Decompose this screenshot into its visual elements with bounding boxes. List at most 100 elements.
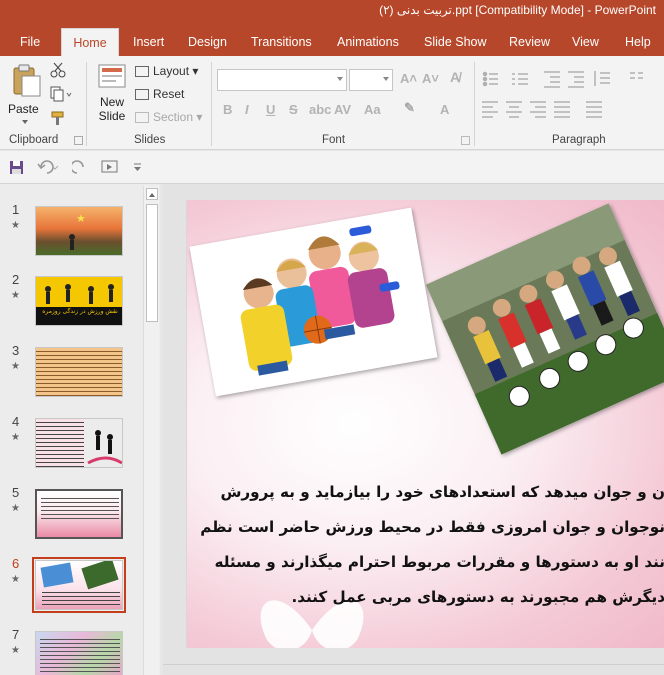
thumb-1-graphic: ★ [69, 212, 86, 250]
slides-group-label: Slides [134, 134, 166, 146]
ribbon-home: Paste Clipboard New Slide Layout ▾ Reset… [0, 56, 664, 150]
paragraph-tools[interactable] [480, 68, 664, 128]
animation-star-icon: ★ [11, 432, 20, 443]
slide-body-text[interactable]: ن و جوان میدهد که استعدادهای خود را بیاز… [187, 475, 664, 615]
thumb-6-graphic [40, 561, 120, 607]
strikethrough-button[interactable]: S [289, 102, 298, 117]
font-color-icon[interactable]: A [440, 102, 449, 117]
tab-review[interactable]: Review [501, 28, 558, 56]
new-slide-label-1: New [99, 95, 124, 109]
tab-slide-show[interactable]: Slide Show [416, 28, 495, 56]
shadow-text-icon[interactable]: abc [309, 102, 331, 117]
animation-star-icon: ★ [11, 645, 20, 656]
copy-button[interactable] [50, 86, 72, 102]
align-left-icon [482, 101, 498, 118]
thumb-5-graphic [41, 495, 119, 519]
animation-star-icon: ★ [11, 220, 20, 231]
animation-star-icon: ★ [11, 290, 20, 301]
reset-button[interactable]: Reset [135, 87, 184, 101]
thumb-7-graphic [40, 638, 120, 675]
slide-number-active: 6 [12, 556, 20, 571]
ribbon-separator [474, 62, 475, 146]
save-icon[interactable] [9, 160, 24, 175]
paste-button[interactable]: Paste [8, 62, 44, 128]
reset-icon [135, 89, 149, 101]
section-button[interactable]: Section ▾ [135, 110, 202, 124]
slide-thumbnail-4[interactable] [35, 418, 123, 468]
font-dialog-launcher-icon[interactable] [461, 136, 470, 145]
reset-label: Reset [153, 87, 185, 101]
tab-home[interactable]: Home [61, 28, 119, 56]
slide-number: 7 [12, 627, 20, 642]
slide-number: 2 [12, 272, 20, 287]
underline-button[interactable]: U [266, 102, 275, 117]
character-spacing-icon[interactable]: AV [334, 102, 351, 117]
slide-thumbnail-7[interactable] [35, 631, 123, 675]
section-icon [135, 112, 149, 124]
clear-formatting-icon[interactable]: A̸ [450, 69, 460, 85]
ribbon-tabs: File Home Insert Design Transitions Anim… [0, 24, 664, 56]
bold-button[interactable]: B [223, 102, 232, 117]
new-slide-icon [98, 64, 126, 88]
animation-star-icon: ★ [11, 574, 20, 585]
format-painter-button[interactable] [50, 110, 66, 126]
animation-star-icon: ★ [11, 503, 20, 514]
scroll-thumb[interactable] [146, 204, 158, 322]
chevron-down-icon [22, 120, 28, 124]
slide-thumbnail-2[interactable]: نقش ورزش در زندگی روزمره [35, 276, 123, 326]
columns-icon [630, 72, 643, 79]
undo-icon[interactable] [37, 160, 59, 175]
notes-divider[interactable] [163, 664, 664, 675]
paste-label: Paste [8, 102, 39, 116]
slide-text-line: ٍنند او به دستورها و مقررات مربوط احترام… [214, 553, 664, 571]
kids-photo-graphic [189, 207, 438, 397]
slide-thumbnail-1[interactable]: ★ [35, 206, 123, 256]
start-from-beginning-icon[interactable] [101, 159, 123, 176]
scissors-icon [50, 62, 66, 78]
layout-button[interactable]: Layout ▾ [135, 64, 198, 78]
align-center-icon [506, 101, 522, 118]
slide-thumbnail-3[interactable] [35, 347, 123, 397]
football-team-photo[interactable] [425, 203, 664, 455]
tab-animations[interactable]: Animations [329, 28, 407, 56]
scroll-up-button[interactable] [146, 188, 158, 200]
tab-file[interactable]: File [12, 28, 48, 56]
tab-transitions[interactable]: Transitions [243, 28, 320, 56]
redo-icon[interactable] [72, 160, 87, 175]
new-slide-button[interactable]: New Slide [92, 62, 132, 132]
ribbon-separator [86, 62, 87, 146]
italic-button[interactable]: I [245, 102, 249, 117]
thumb-4-graphic [36, 419, 122, 467]
tab-insert[interactable]: Insert [125, 28, 172, 56]
font-name-combo[interactable] [217, 69, 347, 91]
thumb-2-graphic [36, 284, 122, 325]
layout-label: Layout [153, 64, 190, 78]
tab-view[interactable]: View [564, 28, 607, 56]
chevron-up-icon [149, 193, 155, 197]
chevron-down-icon [383, 77, 389, 81]
numbering-icon [512, 73, 528, 85]
slide-number: 1 [12, 202, 20, 217]
slide-text-line: نوجوان و جوان امروزی فقط در محیط ورزش حا… [200, 518, 664, 536]
tab-help[interactable]: Help [617, 28, 659, 56]
slide-thumbnail-5[interactable] [35, 489, 123, 539]
change-case-icon[interactable]: Aa [364, 102, 381, 117]
highlight-icon[interactable]: ✎ [404, 100, 415, 116]
current-slide[interactable]: ن و جوان میدهد که استعدادهای خود را بیاز… [186, 200, 664, 648]
slide-text-line: دیگرش هم مجبورند به دستورهای مربی عمل کن… [291, 588, 664, 606]
line-spacing-icon [594, 71, 610, 86]
slide-thumbnail-6[interactable] [32, 557, 126, 613]
clipboard-dialog-launcher-icon[interactable] [74, 136, 83, 145]
distributed-icon [586, 101, 602, 118]
increase-font-icon[interactable]: A˄ [400, 71, 417, 86]
cut-button[interactable] [50, 62, 66, 78]
decrease-indent-icon [544, 71, 560, 88]
decrease-font-icon[interactable]: A˅ [422, 71, 439, 86]
slide-number: 3 [12, 343, 20, 358]
font-size-combo[interactable] [349, 69, 393, 91]
customize-qat-icon[interactable] [133, 163, 142, 172]
kids-sports-photo[interactable] [189, 207, 438, 397]
increase-indent-icon [568, 71, 584, 88]
tab-design[interactable]: Design [180, 28, 235, 56]
slides-scrollbar[interactable] [143, 186, 159, 675]
